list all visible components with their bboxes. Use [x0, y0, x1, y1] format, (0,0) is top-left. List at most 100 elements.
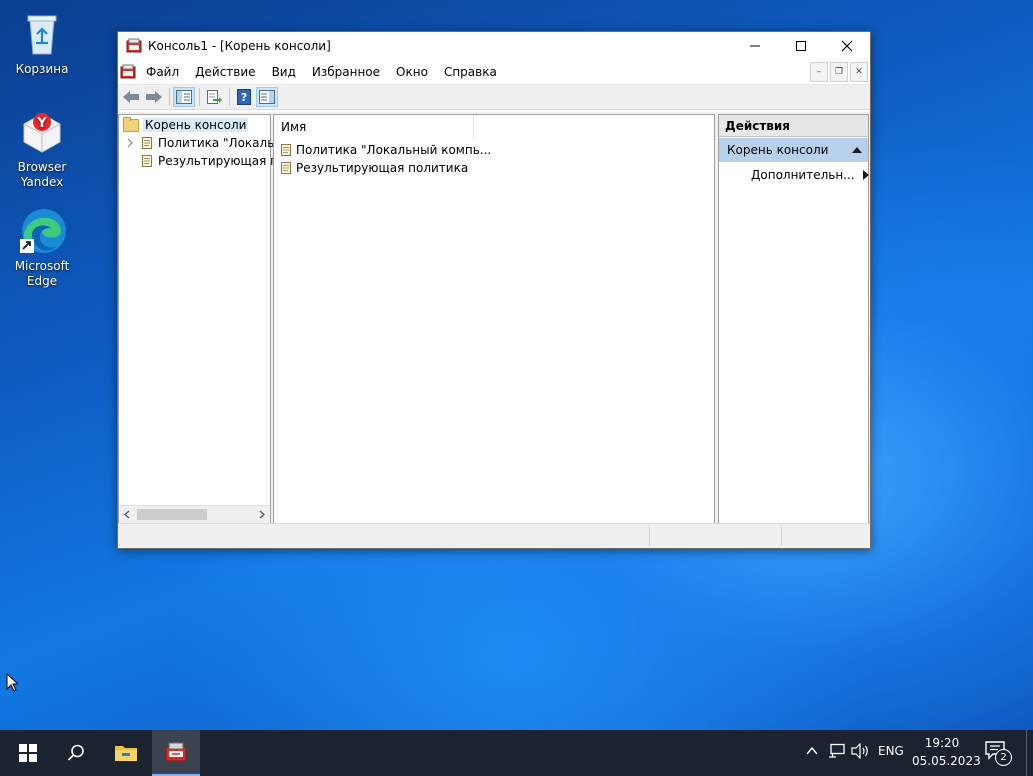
mmc-app-icon [126, 38, 142, 53]
show-desktop-button[interactable] [1026, 730, 1027, 776]
more-actions-label: Дополнительн... [751, 168, 855, 182]
console-tree-icon [176, 90, 192, 104]
policy-scroll-icon [142, 137, 152, 149]
search-icon [67, 744, 84, 761]
close-icon [841, 40, 853, 52]
actions-pane-title: Действия [719, 115, 868, 137]
show-hide-tree-button[interactable] [173, 87, 195, 107]
back-button[interactable] [120, 87, 142, 107]
menu-bar: Файл Действие Вид Избранное Окно Справка… [118, 60, 870, 84]
list-item-rsop[interactable]: Результирующая политика [280, 159, 468, 177]
start-button[interactable] [6, 730, 50, 776]
volume-icon[interactable] [851, 743, 871, 759]
status-bar [118, 523, 870, 548]
mmc-system-menu-icon[interactable] [120, 64, 136, 80]
arrow-right-icon [146, 91, 162, 103]
more-actions-link[interactable]: Дополнительн... [751, 165, 869, 185]
windows-logo-icon [19, 744, 37, 762]
menu-help[interactable]: Справка [436, 65, 505, 79]
maximize-icon [796, 41, 806, 51]
show-hidden-icons-chevron-up-icon[interactable] [805, 744, 819, 758]
column-header-name[interactable]: Имя [274, 115, 474, 139]
list-item-label: Результирующая политика [296, 161, 469, 175]
close-button[interactable] [824, 32, 870, 60]
mdi-controls: – ❐ ✕ [810, 62, 868, 82]
maximize-button[interactable] [778, 32, 824, 60]
tree-item-rsop[interactable]: Результирующая п [141, 152, 278, 170]
status-segment [781, 526, 782, 546]
policy-scroll-icon [281, 162, 291, 174]
status-segment [649, 526, 650, 546]
taskbar-file-explorer[interactable] [104, 730, 148, 776]
menu-window[interactable]: Окно [388, 65, 436, 79]
tree-item-console-root[interactable]: Корень консоли [123, 116, 249, 134]
tree-item-local-policy[interactable]: Политика "Локальны [125, 134, 292, 152]
action-center-button[interactable]: 2 [984, 740, 1014, 766]
chevron-right-icon[interactable] [125, 138, 135, 148]
taskbar-mmc-console[interactable] [152, 730, 200, 776]
tree-item-label: Политика "Локальны [158, 136, 292, 150]
actions-section-console-root[interactable]: Корень консоли [719, 138, 868, 162]
yandex-browser-icon: Y [18, 108, 66, 156]
clock-date: 05.05.2023 [912, 754, 981, 768]
desktop-icon-yandex-browser[interactable]: Y Browser Yandex [0, 108, 84, 190]
folder-icon [123, 116, 139, 132]
mdi-restore-button[interactable]: ❐ [830, 62, 848, 82]
mdi-minimize-button[interactable]: – [810, 62, 828, 82]
title-bar[interactable]: Консоль1 - [Корень консоли] [118, 32, 870, 60]
export-list-button[interactable] [203, 87, 225, 107]
toolbar-separator [229, 88, 230, 106]
policy-scroll-icon [142, 155, 152, 167]
file-explorer-icon [115, 746, 137, 761]
menu-favorites[interactable]: Избранное [304, 65, 388, 79]
clock[interactable]: 19:20 05.05.2023 [912, 734, 981, 770]
help-button[interactable]: ? [233, 87, 255, 107]
notification-count-badge: 2 [995, 749, 1012, 766]
toolbar: ? [118, 84, 870, 110]
menu-file[interactable]: Файл [138, 65, 187, 79]
policy-scroll-icon [281, 144, 291, 156]
export-list-icon [207, 90, 222, 104]
arrow-left-icon [123, 91, 139, 103]
mmc-window: Консоль1 - [Корень консоли] Файл Действи… [117, 31, 871, 549]
list-item-local-policy[interactable]: Политика "Локальный компь... [280, 141, 491, 159]
menu-view[interactable]: Вид [264, 65, 304, 79]
column-header-label: Имя [281, 120, 307, 134]
mdi-close-button[interactable]: ✕ [850, 62, 868, 82]
taskbar: ENG 19:20 05.05.2023 2 [0, 730, 1033, 776]
toolbar-separator [169, 88, 170, 106]
recycle-bin-icon [18, 10, 66, 58]
input-language-indicator[interactable]: ENG [878, 744, 904, 758]
minimize-icon [750, 45, 760, 47]
submenu-arrow-icon [863, 170, 869, 180]
desktop-icon-recycle-bin[interactable]: Корзина [0, 10, 84, 77]
network-icon[interactable] [828, 743, 846, 759]
result-list-pane: Имя Политика "Локальный компь... Результ… [273, 114, 715, 524]
show-hide-action-pane-button[interactable] [256, 87, 278, 107]
svg-text:Y: Y [36, 116, 47, 131]
svg-text:?: ? [241, 91, 247, 104]
help-icon: ? [237, 89, 251, 105]
desktop-icon-edge[interactable]: Microsoft Edge [0, 207, 84, 289]
actions-section-label: Корень консоли [727, 143, 829, 157]
window-title: Консоль1 - [Корень консоли] [148, 39, 331, 53]
scroll-right-icon[interactable] [258, 510, 266, 519]
scrollbar-thumb[interactable] [137, 509, 207, 520]
menu-action[interactable]: Действие [187, 65, 263, 79]
toolbar-separator [199, 88, 200, 106]
search-button[interactable] [54, 730, 98, 776]
mouse-cursor-icon [6, 673, 18, 692]
console-tree-pane: Корень консоли Политика "Локальны Резуль… [118, 114, 292, 524]
console-body: Корень консоли Политика "Локальны Резуль… [118, 112, 870, 524]
collapse-up-icon[interactable] [852, 147, 862, 154]
mmc-toolbox-icon [165, 742, 187, 762]
edge-icon [18, 207, 66, 255]
tree-horizontal-scrollbar[interactable] [119, 505, 270, 523]
desktop-icon-label: Microsoft Edge [14, 259, 70, 288]
scroll-left-icon[interactable] [123, 510, 131, 519]
minimize-button[interactable] [732, 32, 778, 60]
forward-button[interactable] [143, 87, 165, 107]
clock-time: 19:20 [924, 736, 960, 750]
tree-item-label: Корень консоли [143, 118, 249, 132]
desktop-icon-label: Browser Yandex [17, 160, 67, 189]
